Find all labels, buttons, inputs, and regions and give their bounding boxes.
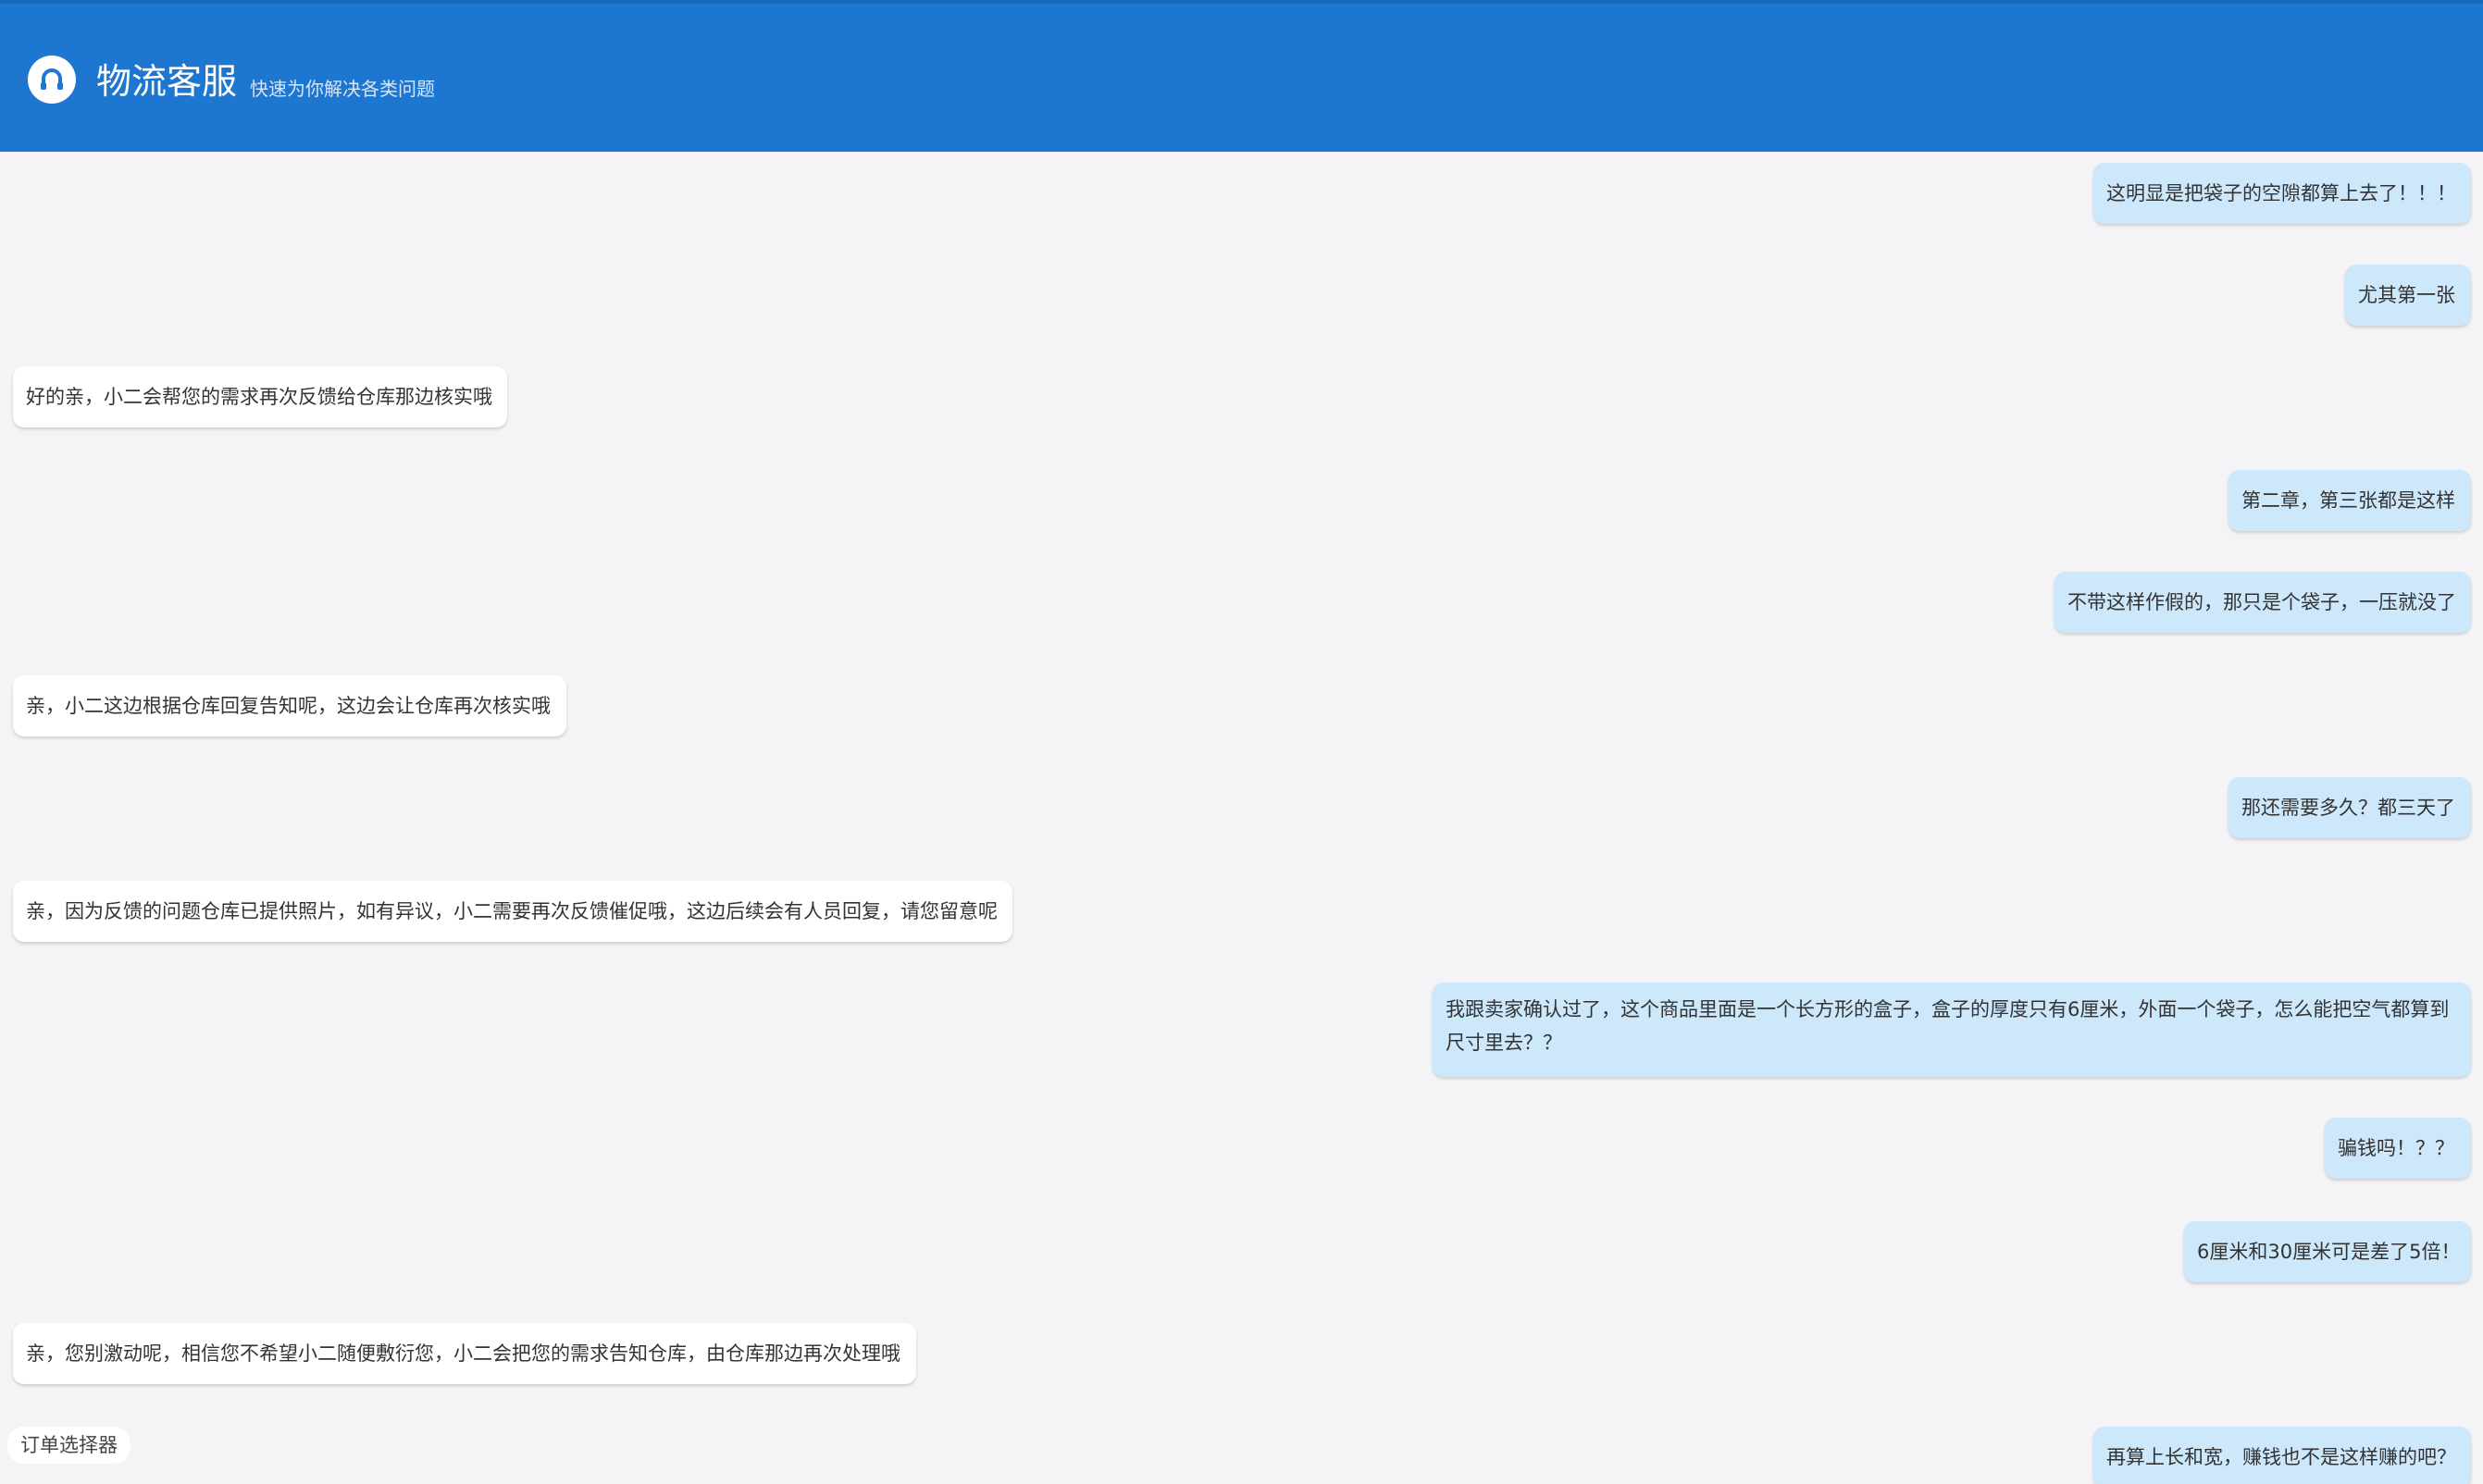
user-message: 这明显是把袋子的空隙都算上去了！！！ [2093,163,2471,224]
user-message: 尤其第一张 [2345,265,2471,326]
agent-message: 亲，小二这边根据仓库回复告知呢，这边会让仓库再次核实哦 [13,675,566,736]
headset-icon [28,56,76,104]
user-message: 再算上长和宽，赚钱也不是这样赚的吧？ [2093,1427,2471,1484]
user-message: 第二章，第三张都是这样 [2228,470,2471,531]
page-title: 物流客服 [96,61,238,102]
user-message: 骗钱吗！？？ [2325,1118,2471,1179]
order-selector-button[interactable]: 订单选择器 [7,1427,130,1464]
chat-message-list[interactable]: 这明显是把袋子的空隙都算上去了！！！ 尤其第一张 好的亲，小二会帮您的需求再次反… [0,152,2483,1484]
app-header: 物流客服 快速为你解决各类问题 [0,0,2483,152]
user-message: 我跟卖家确认过了，这个商品里面是一个长方形的盒子，盒子的厚度只有6厘米，外面一个… [1433,983,2471,1077]
user-message: 那还需要多久？都三天了 [2228,777,2471,838]
user-message: 6厘米和30厘米可是差了5倍！ [2184,1221,2471,1282]
agent-message: 亲，因为反馈的问题仓库已提供照片，如有异议，小二需要再次反馈催促哦，这边后续会有… [13,881,1012,942]
agent-message: 亲，您别激动呢，相信您不希望小二随便敷衍您，小二会把您的需求告知仓库，由仓库那边… [13,1323,916,1384]
agent-message: 好的亲，小二会帮您的需求再次反馈给仓库那边核实哦 [13,366,507,427]
page-subtitle: 快速为你解决各类问题 [250,78,435,100]
user-message: 不带这样作假的，那只是个袋子，一压就没了 [2055,572,2471,633]
